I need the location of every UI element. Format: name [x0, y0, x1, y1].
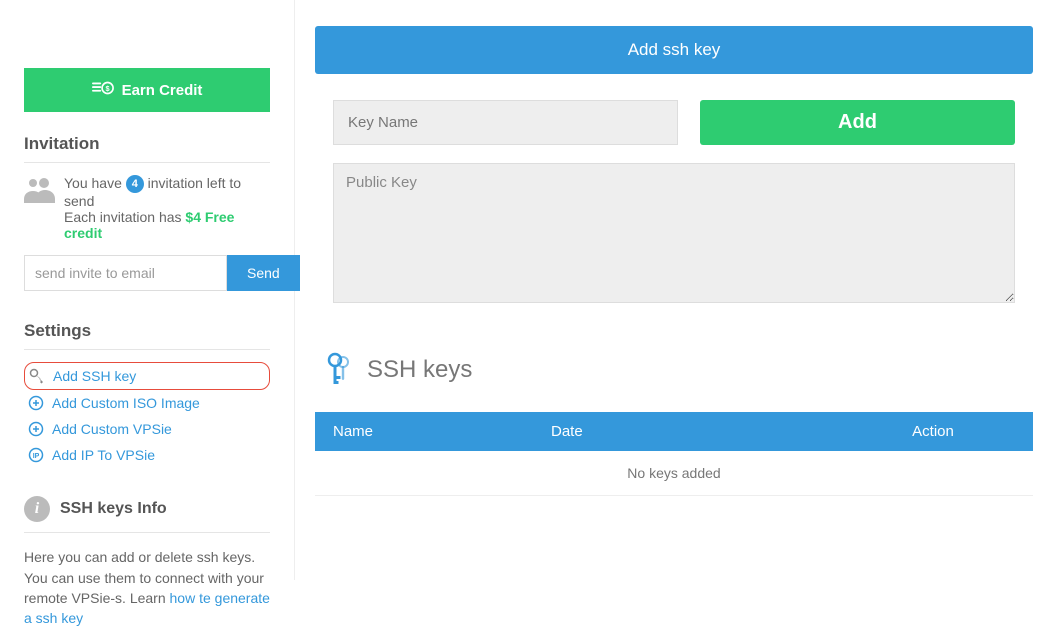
table-header-row: Name Date Action	[315, 412, 1033, 451]
add-ssh-key-header: Add ssh key	[315, 26, 1033, 74]
ssh-keys-title: SSH keys	[367, 356, 472, 384]
settings-item-add-ip[interactable]: IP Add IP To VPSie	[24, 442, 270, 468]
settings-link-add-ip[interactable]: Add IP To VPSie	[52, 447, 155, 463]
col-date: Date	[533, 412, 833, 451]
plus-circle-icon	[28, 421, 44, 437]
add-key-form: Add	[315, 100, 1033, 328]
settings-link-add-ssh[interactable]: Add SSH key	[53, 368, 136, 384]
info-text: Here you can add or delete ssh keys. You…	[24, 547, 270, 628]
settings-list: Add SSH key Add Custom ISO Image Add Cus…	[24, 362, 270, 468]
ssh-keys-heading: SSH keys	[315, 352, 1033, 388]
plus-circle-icon	[28, 395, 44, 411]
settings-item-add-ssh[interactable]: Add SSH key	[24, 362, 270, 390]
settings-item-add-iso[interactable]: Add Custom ISO Image	[24, 390, 270, 416]
invitation-line2: Each invitation has $4 Free credit	[64, 209, 270, 241]
main-content: Add ssh key Add SSH keys Name Date Actio…	[295, 0, 1063, 580]
settings-link-add-iso[interactable]: Add Custom ISO Image	[52, 395, 200, 411]
keys-icon	[325, 352, 353, 388]
ip-circle-icon: IP	[28, 447, 44, 463]
table-empty-row: No keys added	[315, 451, 1033, 496]
invitation-line1: You have 4 invitation left to send	[64, 175, 270, 209]
info-title: SSH keys Info	[60, 500, 167, 518]
people-icon	[24, 175, 56, 203]
settings-title: Settings	[24, 321, 270, 350]
invitation-block: You have 4 invitation left to send Each …	[24, 175, 270, 241]
col-action: Action	[833, 412, 1033, 451]
settings-link-add-vpsie[interactable]: Add Custom VPSie	[52, 421, 172, 437]
invitation-title: Invitation	[24, 134, 270, 163]
settings-item-add-vpsie[interactable]: Add Custom VPSie	[24, 416, 270, 442]
send-invite-button[interactable]: Send	[227, 255, 300, 291]
invite-email-input[interactable]	[24, 255, 227, 291]
info-header: i SSH keys Info	[24, 496, 270, 533]
svg-text:$: $	[105, 84, 109, 93]
earn-credit-button[interactable]: $ Earn Credit	[24, 68, 270, 112]
coins-icon: $	[92, 79, 114, 101]
invitation-count-badge: 4	[126, 175, 144, 193]
invite-row: Send	[24, 255, 270, 291]
earn-credit-label: Earn Credit	[122, 82, 203, 99]
empty-message: No keys added	[315, 451, 1033, 496]
svg-text:IP: IP	[33, 453, 40, 460]
info-icon: i	[24, 496, 50, 522]
key-name-input[interactable]	[333, 100, 678, 145]
col-name: Name	[315, 412, 533, 451]
key-icon	[29, 368, 45, 384]
ssh-keys-table: Name Date Action No keys added	[315, 412, 1033, 496]
add-key-button[interactable]: Add	[700, 100, 1015, 145]
sidebar: $ Earn Credit Invitation You have 4 invi…	[0, 0, 295, 580]
public-key-textarea[interactable]	[333, 163, 1015, 303]
